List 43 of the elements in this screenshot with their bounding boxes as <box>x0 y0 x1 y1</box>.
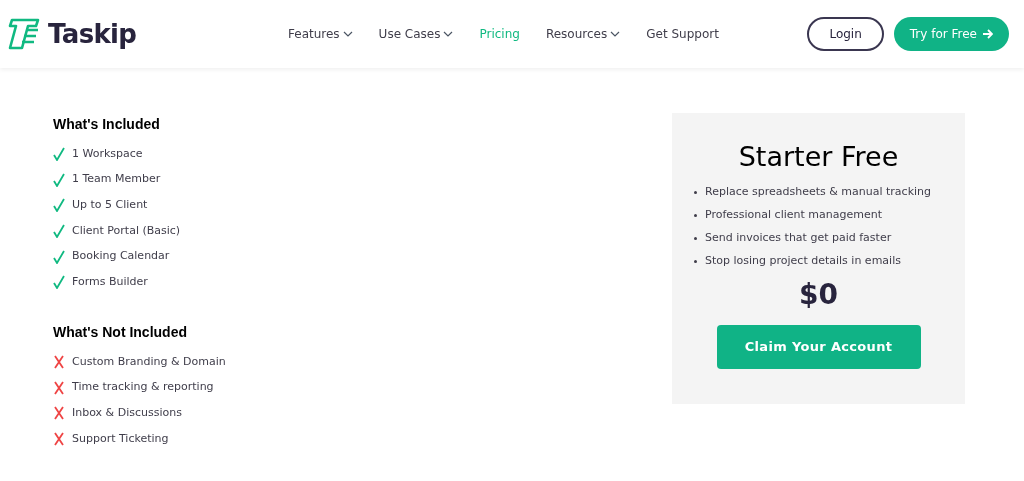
plan-feature: Send invoices that get paid faster <box>705 230 892 247</box>
bullet-icon <box>694 260 697 263</box>
logo-text: Taskip <box>48 17 137 51</box>
cross-icon <box>53 380 65 395</box>
section-heading: What's Included <box>53 115 161 134</box>
feature-text: Client Portal (Basic) <box>72 222 181 239</box>
cross-icon <box>53 432 65 447</box>
check-icon <box>53 146 65 161</box>
check-icon <box>53 275 65 290</box>
bullet-icon <box>694 191 697 194</box>
nav-link[interactable]: Get Support <box>646 25 719 43</box>
feature-text: Booking Calendar <box>72 248 170 265</box>
logo-icon <box>6 18 42 50</box>
bullet-icon <box>694 214 697 217</box>
feature-text: Support Ticketing <box>72 430 169 447</box>
check-icon <box>53 172 65 187</box>
nav-link[interactable]: Use Cases <box>378 25 454 43</box>
feature-text: Up to 5 Client <box>72 196 148 213</box>
feature-text: Custom Branding & Domain <box>72 353 226 370</box>
feature-text: Time tracking & reporting <box>72 379 214 396</box>
chevron-down-icon <box>443 31 454 37</box>
plan-feature: Replace spreadsheets & manual tracking <box>705 184 932 201</box>
section-heading: What's Not Included <box>53 323 188 343</box>
plan-title: Starter Free <box>738 140 899 174</box>
chevron-down-icon <box>610 31 621 37</box>
nav-link[interactable]: Resources <box>545 25 621 43</box>
plan-feature: Stop losing project details in emails <box>705 253 901 270</box>
feature-text: Inbox & Discussions <box>72 405 182 422</box>
nav-link[interactable]: Features <box>288 25 353 43</box>
feature-text: 1 Team Member <box>72 171 161 188</box>
check-icon <box>53 198 65 213</box>
chevron-down-icon <box>342 31 353 37</box>
feature-text: Forms Builder <box>72 274 148 291</box>
cross-icon <box>53 406 65 421</box>
plan-feature: Professional client management <box>705 207 882 224</box>
check-icon <box>53 223 65 238</box>
login-button[interactable]: Login <box>807 17 884 51</box>
check-icon <box>53 249 65 264</box>
bullet-icon <box>694 237 697 240</box>
plan-price: $0 <box>799 277 838 313</box>
arrow-right-icon <box>982 29 993 39</box>
cross-icon <box>53 354 65 369</box>
feature-text: 1 Workspace <box>72 145 143 162</box>
